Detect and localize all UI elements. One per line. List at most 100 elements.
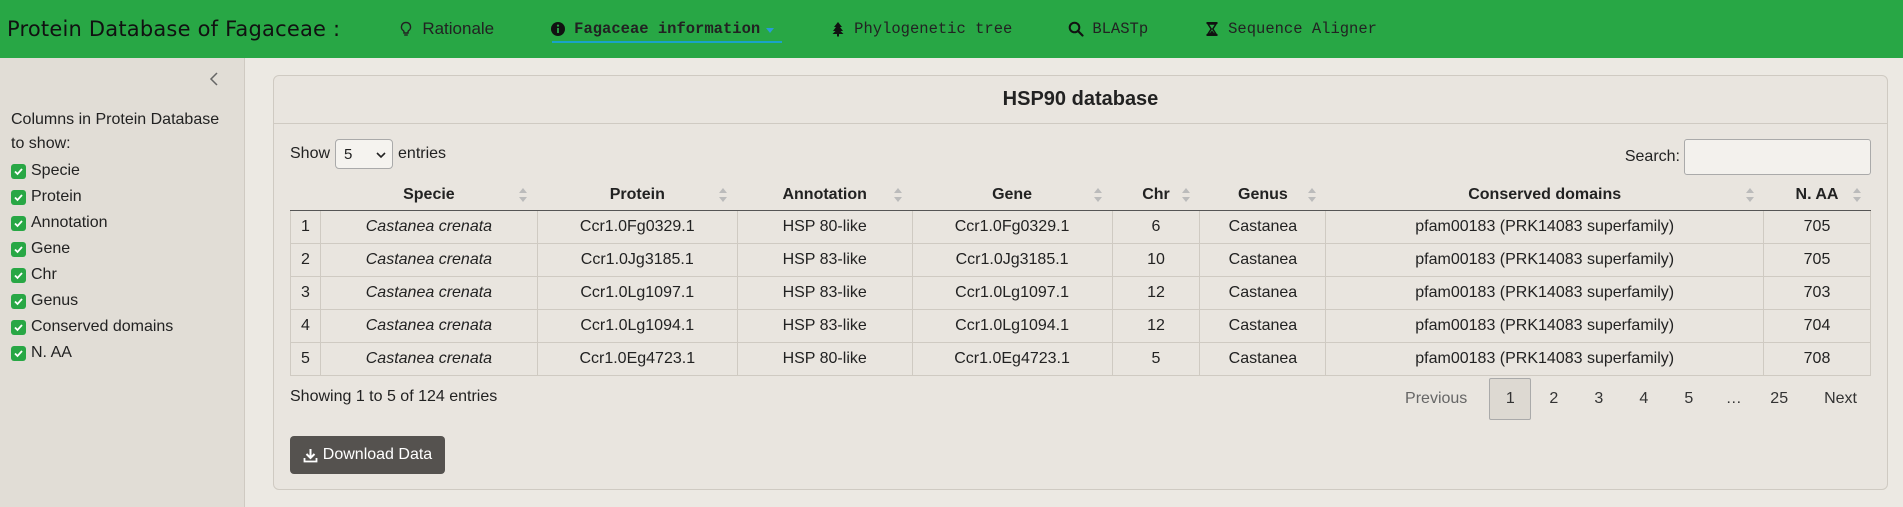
cell-index: 2 [290,242,321,277]
table-info: Showing 1 to 5 of 124 entries [290,388,498,405]
checkbox-checked-icon[interactable] [11,241,26,257]
pagination-next[interactable]: Next [1802,378,1871,420]
cell-index: 1 [290,209,321,244]
header-gene[interactable]: Gene [912,180,1113,211]
checkbox-checked-icon[interactable] [11,267,26,283]
header-label: Annotation [782,185,867,203]
download-data-label: Download Data [322,446,433,463]
column-toggle-annotation[interactable]: Annotation [11,210,173,236]
download-data-button[interactable]: Download Data [290,436,445,474]
cell-index: 5 [290,341,321,376]
pagination-page-4[interactable]: 4 [1621,378,1666,420]
entries-label: entries [398,145,447,162]
cell-gene: Ccr1.0Fg0329.1 [911,209,1113,244]
cell-gene: Ccr1.0Eg4723.1 [911,341,1113,376]
nav-rationale[interactable]: Rationale [370,0,522,58]
column-toggle-gene[interactable]: Gene [11,236,173,262]
cell-genus: Castanea [1199,308,1327,343]
cell-n-aa: 704 [1763,308,1871,343]
header-label: Gene [992,185,1033,203]
column-toggle-label: Conserved domains [31,318,174,335]
cell-gene: Ccr1.0Lg1094.1 [911,308,1113,343]
cell-n-aa: 705 [1763,209,1871,244]
cell-index: 4 [290,308,321,343]
sort-icon [1852,188,1861,202]
checkbox-checked-icon[interactable] [11,319,26,335]
header-annotation[interactable]: Annotation [737,180,913,211]
card-title: HSP90 database [274,76,1887,124]
cell-conserved-domains: pfam00183 (PRK14083 superfamily) [1325,209,1764,244]
cell-chr: 5 [1111,341,1201,376]
cell-protein: Ccr1.0Lg1094.1 [536,308,738,343]
cell-specie: Castanea crenata [319,275,538,310]
header-label: Specie [403,185,455,203]
cell-specie: Castanea crenata [319,341,538,376]
checkbox-checked-icon[interactable] [11,215,26,231]
cell-chr: 12 [1111,275,1201,310]
header-protein[interactable]: Protein [537,180,738,211]
header-n-aa[interactable]: N. AA [1763,180,1871,211]
column-toggle-n-aa[interactable]: N. AA [11,340,173,366]
pagination-page-1[interactable]: 1 [1489,378,1532,420]
table-row[interactable]: 3 Castanea crenata Ccr1.0Lg1097.1 HSP 83… [290,275,1871,310]
cell-protein: Ccr1.0Lg1097.1 [536,275,738,310]
database-card: HSP90 database Show 5 entries Search: Sp… [273,75,1888,490]
protein-table: Specie Protein Annotation Gene Chr Genus… [290,180,1871,376]
header-conserved-domains[interactable]: Conserved domains [1325,180,1764,211]
column-toggle-conserved-domains[interactable]: Conserved domains [11,314,173,340]
nav-fagaceae-information[interactable]: Fagaceae information [522,0,802,58]
lightbulb-icon [398,21,414,37]
table-row[interactable]: 4 Castanea crenata Ccr1.0Lg1094.1 HSP 83… [290,308,1871,343]
sort-icon [519,188,528,202]
nav-sequence-aligner[interactable]: Sequence Aligner [1176,0,1405,58]
checkbox-checked-icon[interactable] [11,345,26,361]
nav-fagaceae-information-label: Fagaceae information [574,20,761,38]
header-label: Protein [609,185,665,203]
column-toggle-label: Chr [31,266,57,283]
info-circle-icon [550,21,566,37]
cell-protein: Ccr1.0Fg0329.1 [536,209,738,244]
pagination-previous[interactable]: Previous [1391,378,1489,420]
header-genus[interactable]: Genus [1199,180,1326,211]
cell-annotation: HSP 83-like [736,308,913,343]
pagination-page-25[interactable]: 25 [1756,378,1802,420]
cell-protein: Ccr1.0Eg4723.1 [536,341,738,376]
header-label: Genus [1238,185,1288,203]
header-index [290,180,321,211]
pagination-page-5[interactable]: 5 [1666,378,1711,420]
column-toggle-specie[interactable]: Specie [11,158,173,184]
header-label: Chr [1142,185,1170,203]
top-navbar: Protein Database of Fagaceae : Rationale… [0,0,1903,58]
checkbox-checked-icon[interactable] [11,189,26,205]
header-label: N. AA [1795,185,1839,203]
nav-blastp[interactable]: BLASTp [1040,0,1176,58]
page-length-select[interactable]: 5 [335,139,394,169]
nav-phylogenetic-tree[interactable]: Phylogenetic tree [802,0,1040,58]
table-row[interactable]: 2 Castanea crenata Ccr1.0Jg3185.1 HSP 83… [290,242,1871,277]
cell-genus: Castanea [1199,341,1327,376]
column-toggle-genus[interactable]: Genus [11,288,173,314]
sidebar-collapse-button[interactable] [205,71,223,90]
checkbox-checked-icon[interactable] [11,163,26,179]
column-toggle-chr[interactable]: Chr [11,262,173,288]
checkbox-checked-icon[interactable] [11,293,26,309]
column-toggle-label: N. AA [31,344,72,361]
column-toggle-label: Genus [31,292,79,309]
header-specie[interactable]: Specie [320,180,538,211]
cell-annotation: HSP 80-like [736,209,913,244]
app-title: Protein Database of Fagaceae : [7,17,341,41]
pagination-page-2[interactable]: 2 [1531,378,1576,420]
column-toggle-label: Annotation [31,214,108,231]
header-chr[interactable]: Chr [1112,180,1200,211]
cell-annotation: HSP 83-like [736,242,913,277]
cell-n-aa: 705 [1763,242,1871,277]
search-input[interactable] [1684,139,1871,175]
pagination-page-3[interactable]: 3 [1576,378,1621,420]
table-row[interactable]: 1 Castanea crenata Ccr1.0Fg0329.1 HSP 80… [290,209,1871,244]
table-header-row: Specie Protein Annotation Gene Chr Genus… [290,180,1871,211]
show-label: Show [290,145,331,162]
column-toggle-protein[interactable]: Protein [11,184,173,210]
search-label: Search: [1624,148,1680,165]
cell-index: 3 [290,275,321,310]
table-row[interactable]: 5 Castanea crenata Ccr1.0Eg4723.1 HSP 80… [290,341,1871,376]
